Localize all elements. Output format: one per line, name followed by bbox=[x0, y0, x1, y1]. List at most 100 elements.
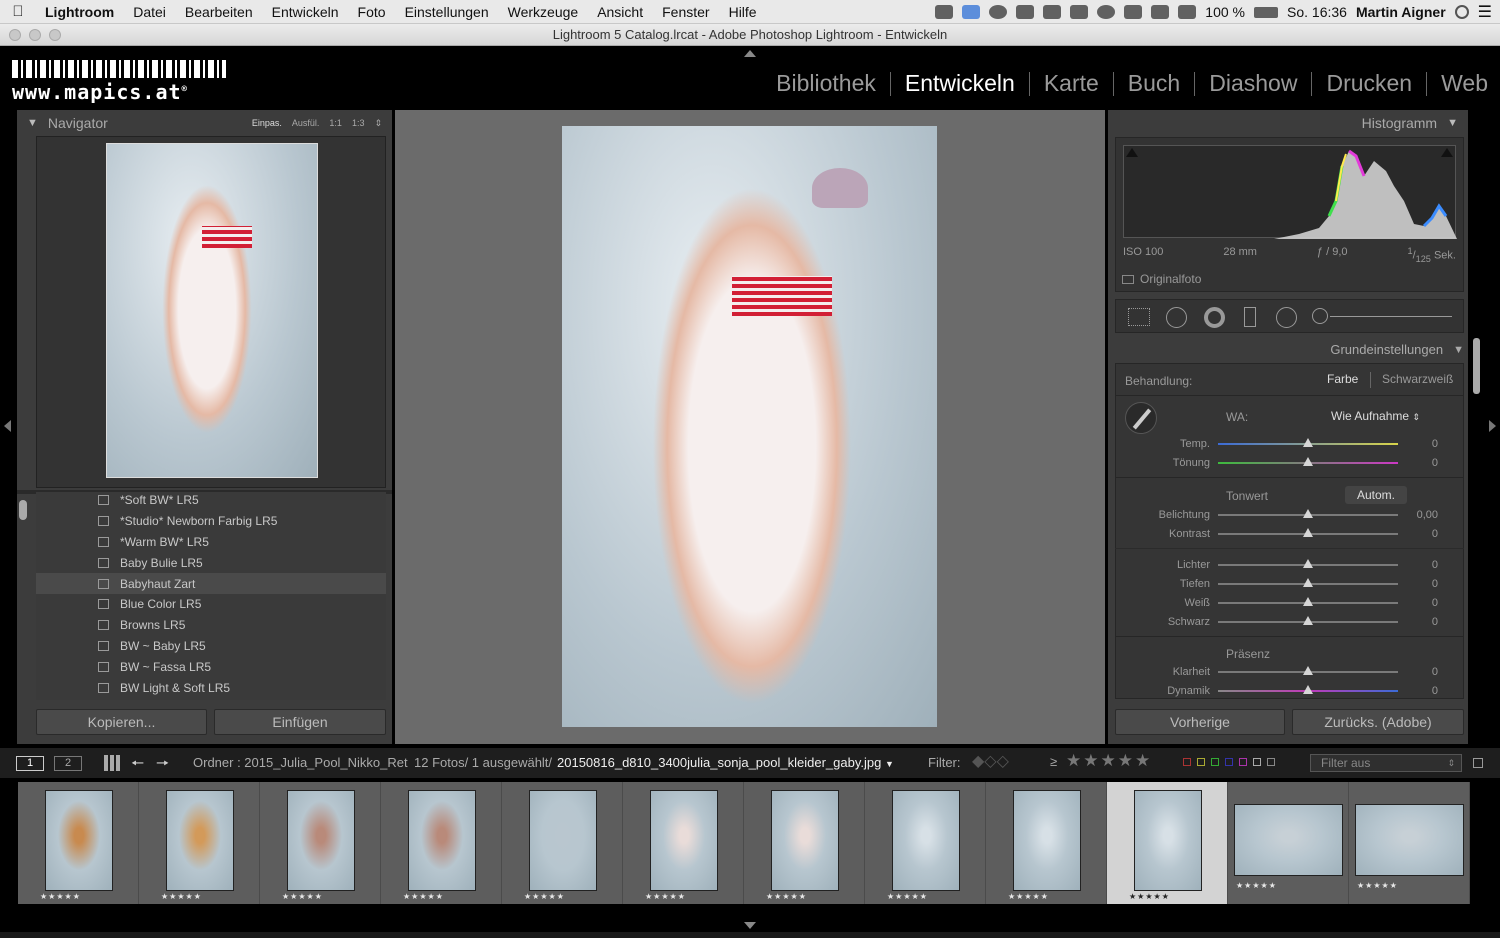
preset-item[interactable]: *Soft BW* LR5 bbox=[36, 492, 386, 511]
filmstrip-toggle-icon[interactable] bbox=[744, 922, 756, 929]
right-panel-toggle-icon[interactable] bbox=[1489, 420, 1496, 432]
slider-track[interactable] bbox=[1218, 559, 1398, 568]
slider-value[interactable]: 0 bbox=[1398, 528, 1438, 540]
original-photo-checkbox[interactable] bbox=[1122, 274, 1134, 284]
paw-icon[interactable] bbox=[1016, 5, 1035, 19]
slider-track[interactable] bbox=[1218, 457, 1398, 466]
slider-track[interactable] bbox=[1218, 438, 1398, 447]
right-scrollbar[interactable] bbox=[1473, 338, 1480, 394]
zoom-1-1[interactable]: 1:1 bbox=[329, 118, 342, 129]
filmstrip-cell[interactable]: ★★★★★ bbox=[1349, 782, 1470, 904]
slider-track[interactable] bbox=[1218, 597, 1398, 606]
module-diashow[interactable]: Diashow bbox=[1195, 70, 1311, 97]
filmstrip-thumbnail[interactable] bbox=[892, 790, 960, 891]
auto-tone-button[interactable]: Autom. bbox=[1345, 486, 1407, 504]
volume-icon[interactable] bbox=[1124, 5, 1143, 19]
slider-thumb[interactable] bbox=[1303, 597, 1313, 606]
flag-filter-icon[interactable]: ◆◇◇ bbox=[972, 751, 1009, 771]
module-web[interactable]: Web bbox=[1427, 70, 1488, 97]
highlight-clipping-icon[interactable] bbox=[1441, 148, 1453, 157]
wb-eyedropper-icon[interactable] bbox=[1125, 402, 1157, 434]
module-bibliothek[interactable]: Bibliothek bbox=[762, 70, 890, 97]
filmstrip-cell[interactable]: ★★★★★ bbox=[381, 782, 502, 904]
slider-value[interactable]: 0 bbox=[1398, 578, 1438, 590]
filmstrip-thumbnail[interactable] bbox=[1355, 804, 1464, 876]
preset-item[interactable]: Babyhaut Zart bbox=[36, 573, 386, 594]
left-scrollbar[interactable] bbox=[19, 500, 27, 520]
zoom-window-icon[interactable] bbox=[49, 29, 61, 41]
filmstrip-thumbnail[interactable] bbox=[408, 790, 476, 891]
color-label-filter[interactable] bbox=[1183, 758, 1275, 766]
zoom-fit[interactable]: Einpas. bbox=[252, 118, 282, 129]
radial-filter-icon[interactable] bbox=[1276, 307, 1297, 328]
filmstrip-cell[interactable]: ★★★★★ bbox=[1228, 782, 1349, 904]
minimize-window-icon[interactable] bbox=[29, 29, 41, 41]
preset-item[interactable]: BW ~ Fassa LR5 bbox=[36, 656, 386, 677]
previous-settings-button[interactable]: Vorherige bbox=[1115, 709, 1285, 735]
filmstrip-cell[interactable]: ★★★★★ bbox=[865, 782, 986, 904]
slider-thumb[interactable] bbox=[1303, 578, 1313, 587]
filmstrip-cell[interactable]: ★★★★★ bbox=[18, 782, 139, 904]
menu-werkzeuge[interactable]: Werkzeuge bbox=[499, 4, 589, 20]
menu-entwickeln[interactable]: Entwickeln bbox=[263, 4, 349, 20]
wb-select[interactable]: Wie Aufnahme ⇕ bbox=[1331, 409, 1420, 423]
collapse-triangle-icon[interactable]: ▼ bbox=[1453, 344, 1464, 356]
slider-track[interactable] bbox=[1218, 685, 1398, 694]
battery-icon[interactable] bbox=[1254, 6, 1278, 18]
rating-filter-stars[interactable]: ★★★★★ bbox=[1066, 751, 1152, 771]
filter-lock-icon[interactable] bbox=[1473, 758, 1483, 768]
slider-track[interactable] bbox=[1218, 528, 1398, 537]
preset-item[interactable]: *Warm BW* LR5 bbox=[36, 532, 386, 553]
preset-item[interactable]: BW ~ Baby LR5 bbox=[36, 636, 386, 657]
top-panel-toggle-icon[interactable] bbox=[744, 50, 756, 57]
module-drucken[interactable]: Drucken bbox=[1312, 70, 1426, 97]
apple-icon[interactable]:  bbox=[0, 3, 36, 20]
preset-item[interactable]: Browns LR5 bbox=[36, 615, 386, 636]
wifi-icon[interactable] bbox=[1178, 5, 1197, 19]
app-tray-icon[interactable] bbox=[962, 5, 981, 19]
module-karte[interactable]: Karte bbox=[1030, 70, 1113, 97]
reset-button[interactable]: Zurücks. (Adobe) bbox=[1292, 709, 1464, 735]
bluetooth-icon[interactable] bbox=[1151, 5, 1170, 19]
slider-thumb[interactable] bbox=[1303, 685, 1313, 694]
slider-track[interactable] bbox=[1218, 666, 1398, 675]
slider-thumb[interactable] bbox=[1303, 666, 1313, 675]
module-buch[interactable]: Buch bbox=[1114, 70, 1194, 97]
prev-arrow-icon[interactable]: 🠔 bbox=[131, 753, 144, 778]
filmstrip-thumbnail[interactable] bbox=[771, 790, 839, 891]
filmstrip-cell[interactable]: ★★★★★ bbox=[744, 782, 865, 904]
selected-filename[interactable]: 20150816_d810_3400julia_sonja_pool_kleid… bbox=[557, 755, 894, 770]
slider-thumb[interactable] bbox=[1303, 559, 1313, 568]
slider-value[interactable]: 0 bbox=[1398, 559, 1438, 571]
slider-value[interactable]: 0 bbox=[1398, 666, 1438, 678]
histogram-graph[interactable] bbox=[1123, 145, 1457, 239]
slider-value[interactable]: 0 bbox=[1398, 438, 1438, 450]
navigator-preview[interactable] bbox=[36, 136, 386, 488]
tree-icon[interactable] bbox=[1070, 5, 1089, 19]
filmstrip-thumbnail[interactable] bbox=[1234, 804, 1343, 876]
slider-thumb[interactable] bbox=[1303, 438, 1313, 447]
menu-fenster[interactable]: Fenster bbox=[653, 4, 719, 20]
paste-settings-button[interactable]: Einfügen bbox=[214, 709, 386, 735]
preset-item[interactable]: BW Light & Soft LR5 bbox=[36, 677, 386, 698]
filter-preset-select[interactable]: Filter aus ⇕ bbox=[1310, 754, 1462, 772]
collapse-triangle-icon[interactable]: ▼ bbox=[1447, 117, 1458, 129]
navigator-thumbnail[interactable] bbox=[106, 143, 318, 478]
preset-item[interactable]: Blue Color LR5 bbox=[36, 594, 386, 615]
filmstrip-thumbnail[interactable] bbox=[1134, 790, 1202, 891]
collapse-triangle-icon[interactable]: ▼ bbox=[27, 117, 38, 129]
module-entwickeln[interactable]: Entwickeln bbox=[891, 70, 1029, 97]
preset-item[interactable]: *Studio* Newborn Farbig LR5 bbox=[36, 511, 386, 532]
slider-value[interactable]: 0 bbox=[1398, 685, 1438, 697]
secondary-window-button[interactable]: 2 bbox=[54, 756, 82, 771]
filmstrip-cell[interactable]: ★★★★★ bbox=[260, 782, 381, 904]
original-photo-toggle[interactable]: Originalfoto bbox=[1122, 272, 1201, 286]
slider-thumb[interactable] bbox=[1303, 509, 1313, 518]
slider-track[interactable] bbox=[1218, 616, 1398, 625]
folder-source[interactable]: Ordner : 2015_Julia_Pool_Nikko_Ret bbox=[193, 755, 408, 770]
menu-foto[interactable]: Foto bbox=[349, 4, 396, 20]
filmstrip-thumbnail[interactable] bbox=[650, 790, 718, 891]
rating-operator[interactable]: ≥ bbox=[1050, 754, 1057, 769]
slider-value[interactable]: 0 bbox=[1398, 597, 1438, 609]
copy-settings-button[interactable]: Kopieren... bbox=[36, 709, 207, 735]
